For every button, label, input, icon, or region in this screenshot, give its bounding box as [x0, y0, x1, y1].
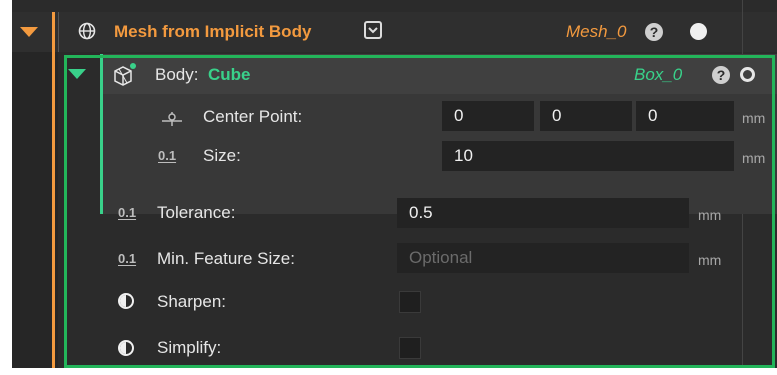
header-separator [58, 12, 59, 52]
visibility-toggle[interactable] [690, 23, 707, 40]
help-icon[interactable]: ? [645, 23, 663, 41]
chevron-down-icon[interactable] [364, 21, 382, 39]
collapse-triangle-icon[interactable] [20, 27, 38, 37]
globe-icon [78, 22, 96, 40]
node-id: Mesh_0 [566, 22, 627, 41]
tree-indent-line [52, 12, 55, 368]
selection-highlight-frame [64, 55, 775, 368]
node-panel: Mesh from Implicit Body Mesh_0 ? Body: C… [0, 0, 777, 375]
node-title: Mesh from Implicit Body [114, 22, 312, 41]
